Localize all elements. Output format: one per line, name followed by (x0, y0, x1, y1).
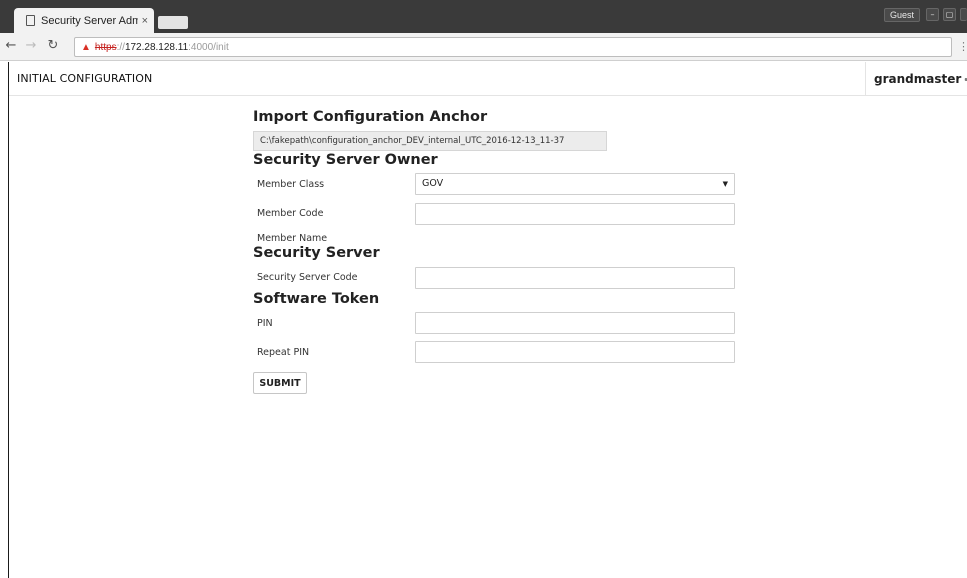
username: grandmaster (874, 72, 962, 86)
member-name-label: Member Name (257, 233, 328, 244)
member-code-input[interactable] (415, 203, 735, 225)
tab-title: Security Server Adm (41, 14, 138, 27)
url-separator: :// (116, 41, 125, 53)
page-icon (26, 15, 35, 26)
reload-icon[interactable]: ↻ (46, 39, 60, 53)
pin-label: PIN (257, 318, 273, 329)
server-heading: Security Server (253, 245, 380, 261)
new-tab-button[interactable] (158, 16, 188, 29)
forward-arrow-icon[interactable]: → (24, 39, 38, 53)
browser-menu-icon[interactable]: ⋮ (958, 40, 967, 53)
member-class-value: GOV (422, 178, 444, 189)
member-class-label: Member Class (257, 179, 325, 190)
profile-button[interactable]: Guest (884, 8, 920, 22)
user-menu[interactable]: grandmaster (865, 62, 967, 96)
submit-button[interactable]: SUBMIT (253, 372, 307, 394)
minimize-icon[interactable]: – (926, 8, 939, 21)
address-bar[interactable]: ▲ https :// 172.28.128.11 :4000/init (74, 37, 952, 57)
pin-input[interactable] (415, 312, 735, 334)
owner-heading: Security Server Owner (253, 152, 438, 168)
url-path: :4000/init (188, 41, 229, 53)
member-code-label: Member Code (257, 208, 324, 219)
member-class-select[interactable]: GOV ▼ (415, 173, 735, 195)
page-content: INITIAL CONFIGURATION grandmaster Import… (8, 62, 967, 578)
tab-close-icon[interactable]: × (142, 15, 148, 27)
close-window-icon[interactable] (960, 8, 967, 21)
repeat-pin-label: Repeat PIN (257, 347, 310, 358)
back-arrow-icon[interactable]: ← (4, 39, 18, 53)
page-header: INITIAL CONFIGURATION grandmaster (9, 62, 967, 96)
token-heading: Software Token (253, 291, 380, 307)
maximize-icon[interactable]: ▢ (943, 8, 956, 21)
repeat-pin-input[interactable] (415, 341, 735, 363)
url-host: 172.28.128.11 (124, 41, 189, 53)
browser-titlebar: Security Server Adm × Guest – ▢ (0, 0, 967, 33)
browser-toolbar: ← → ↻ ▲ https :// 172.28.128.11 :4000/in… (0, 33, 967, 61)
anchor-file-input[interactable]: C:\fakepath\configuration_anchor_DEV_int… (253, 131, 607, 151)
server-code-label: Security Server Code (257, 272, 358, 283)
dropdown-arrow-icon: ▼ (722, 180, 728, 188)
browser-tab[interactable]: Security Server Adm × (14, 8, 154, 33)
server-code-input[interactable] (415, 267, 735, 289)
page-title: INITIAL CONFIGURATION (17, 72, 153, 85)
anchor-heading: Import Configuration Anchor (253, 109, 488, 125)
warning-icon: ▲ (81, 41, 91, 53)
url-scheme: https (94, 41, 117, 53)
